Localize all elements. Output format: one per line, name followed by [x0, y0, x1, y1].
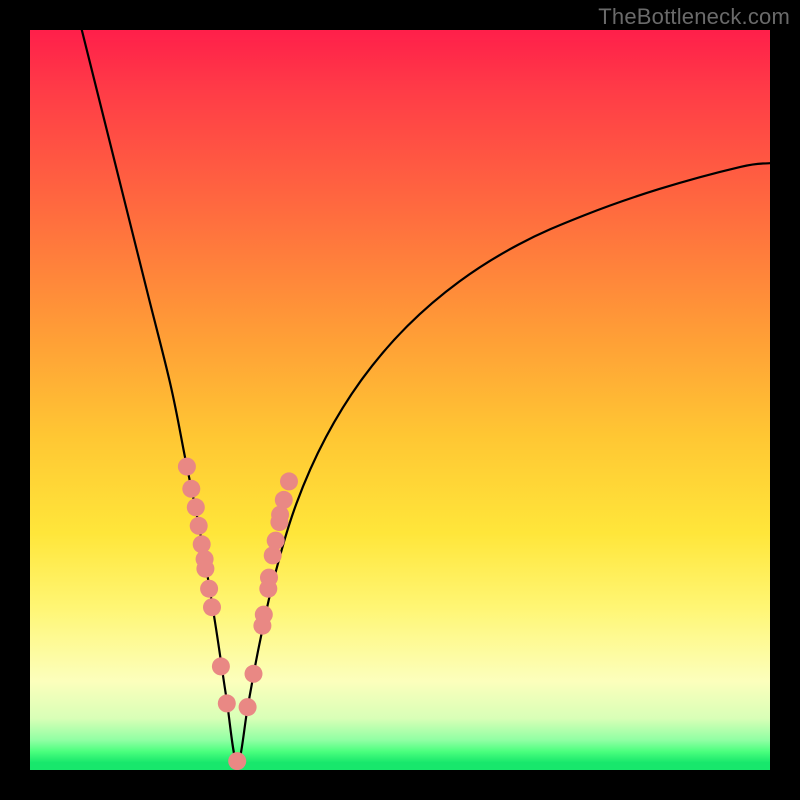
- highlight-dot: [264, 546, 282, 564]
- bottleneck-curve: [82, 30, 770, 763]
- highlight-dot: [280, 472, 298, 490]
- highlight-dot: [203, 598, 221, 616]
- highlight-dots: [178, 458, 298, 770]
- highlight-dot: [187, 498, 205, 516]
- highlight-dot: [178, 458, 196, 476]
- highlight-dot: [245, 665, 263, 683]
- highlight-dot: [196, 560, 214, 578]
- highlight-dot: [228, 752, 246, 770]
- highlight-dot: [267, 532, 285, 550]
- highlight-dot: [212, 657, 230, 675]
- highlight-dot: [200, 580, 218, 598]
- highlight-dot: [190, 517, 208, 535]
- curve-svg: [30, 30, 770, 770]
- plot-area: [30, 30, 770, 770]
- watermark-text: TheBottleneck.com: [598, 4, 790, 30]
- chart-frame: TheBottleneck.com: [0, 0, 800, 800]
- highlight-dot: [218, 694, 236, 712]
- highlight-dot: [275, 491, 293, 509]
- highlight-dot: [260, 569, 278, 587]
- highlight-dot: [255, 606, 273, 624]
- highlight-dot: [239, 698, 257, 716]
- highlight-dot: [182, 480, 200, 498]
